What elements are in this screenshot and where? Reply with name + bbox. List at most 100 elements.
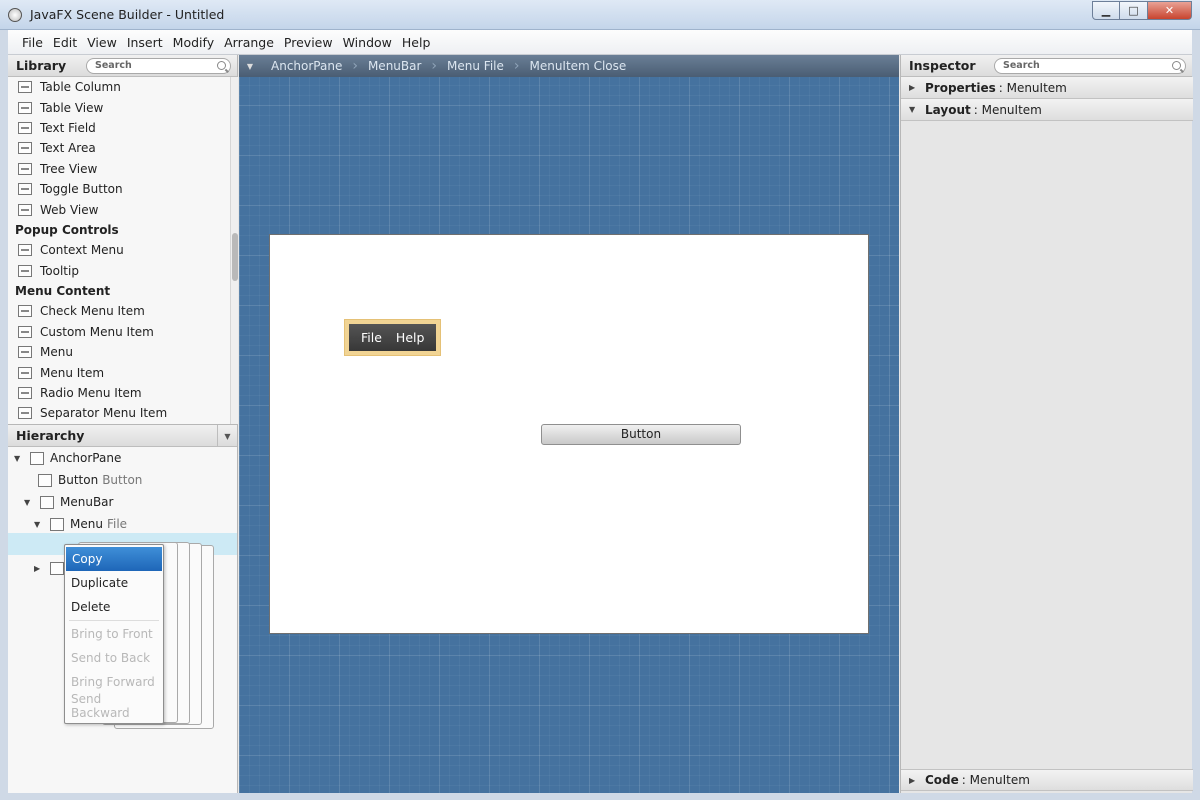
section-target: MenuItem: [981, 102, 1042, 117]
maximize-button[interactable]: □: [1120, 1, 1148, 20]
library-search-input[interactable]: Search: [86, 58, 231, 74]
section-colon: :: [998, 80, 1007, 95]
library-item[interactable]: Tree View: [8, 159, 230, 179]
menu-modify[interactable]: Modify: [173, 35, 214, 50]
expand-arrow-icon[interactable]: ▶: [909, 776, 925, 785]
breadcrumb-menu-icon[interactable]: ▼: [239, 62, 261, 71]
library-item[interactable]: Table View: [8, 97, 230, 117]
inspector-search-input[interactable]: Search: [994, 58, 1186, 74]
library-scroll-thumb[interactable]: [232, 233, 238, 281]
library-item-label: Table View: [40, 100, 104, 115]
close-button[interactable]: ✕: [1148, 1, 1192, 20]
breadcrumb-anchorpane[interactable]: AnchorPane: [261, 59, 352, 73]
expand-arrow-icon[interactable]: ▼: [909, 105, 925, 114]
tree-node-menu-file[interactable]: ▼ Menu File: [34, 513, 127, 535]
expand-arrow-icon[interactable]: ▶: [909, 83, 925, 92]
breadcrumb-menuitem-close[interactable]: MenuItem Close: [519, 59, 636, 73]
stage-button[interactable]: Button: [541, 424, 741, 445]
menu-arrange[interactable]: Arrange: [224, 35, 274, 50]
section-title: Properties: [925, 80, 996, 95]
expand-arrow-icon[interactable]: ▼: [34, 520, 44, 529]
menu-view[interactable]: View: [87, 35, 117, 50]
context-duplicate[interactable]: Duplicate: [65, 571, 163, 595]
hierarchy-title: Hierarchy: [16, 428, 85, 443]
app-icon: [8, 8, 22, 22]
menu-insert[interactable]: Insert: [127, 35, 163, 50]
stage-menu-file[interactable]: File: [361, 330, 382, 345]
component-icon: [18, 305, 32, 318]
stage-menubar-selected[interactable]: File Help: [344, 319, 441, 356]
component-icon: [18, 203, 32, 216]
expand-arrow-icon[interactable]: ▶: [34, 564, 44, 573]
window-titlebar: JavaFX Scene Builder - Untitled ▁ □ ✕: [0, 0, 1200, 30]
menu-preview[interactable]: Preview: [284, 35, 333, 50]
component-icon: [18, 162, 32, 175]
button-icon: [38, 473, 52, 487]
tree-node-button[interactable]: Button Button: [22, 469, 142, 491]
library-category: Menu Content: [15, 284, 111, 299]
library-header: Library Search: [8, 55, 237, 77]
library-item-label: Custom Menu Item: [40, 324, 154, 339]
tree-node-sublabel: Button: [102, 473, 143, 487]
library-item[interactable]: Check Menu Item: [8, 301, 230, 321]
component-icon: [18, 346, 32, 359]
menu-file[interactable]: File: [22, 35, 43, 50]
menu-help[interactable]: Help: [402, 35, 431, 50]
menu-edit[interactable]: Edit: [53, 35, 77, 50]
context-copy[interactable]: Copy: [66, 547, 162, 571]
expand-arrow-icon[interactable]: ▼: [24, 498, 34, 507]
breadcrumb-menu-file[interactable]: Menu File: [437, 59, 514, 73]
library-item-label: Context Menu: [40, 243, 124, 258]
library-item-label: Toggle Button: [40, 182, 123, 197]
section-title: Layout: [925, 102, 971, 117]
library-item-label: Tooltip: [40, 263, 79, 278]
library-item[interactable]: Web View: [8, 199, 230, 219]
minimize-button[interactable]: ▁: [1092, 1, 1120, 20]
chevron-down-icon[interactable]: ▼: [217, 425, 237, 447]
context-menu: Copy Duplicate Delete Bring to Front Sen…: [64, 544, 164, 724]
library-scrollbar[interactable]: [230, 77, 238, 424]
inspector-section-layout[interactable]: ▼ Layout : MenuItem: [901, 99, 1193, 121]
library-item[interactable]: Custom Menu Item: [8, 322, 230, 342]
library-item[interactable]: Context Menu: [8, 240, 230, 260]
stage-menubar[interactable]: File Help: [349, 324, 436, 351]
library-panel: Library Search Table Column Table View Tex…: [8, 55, 238, 424]
section-target: MenuItem: [1006, 80, 1067, 95]
inspector-section-code[interactable]: ▶ Code : MenuItem: [901, 769, 1193, 791]
library-item-label: Table Column: [40, 80, 121, 95]
inspector-title: Inspector: [909, 58, 976, 73]
library-item-label: Menu: [40, 345, 73, 360]
library-item[interactable]: Tooltip: [8, 261, 230, 281]
scene-stage[interactable]: File Help Button: [269, 234, 869, 634]
library-item-label: Text Area: [40, 141, 96, 156]
tree-node-label: Menu: [70, 517, 103, 531]
library-item[interactable]: Text Area: [8, 138, 230, 158]
component-icon: [18, 407, 32, 420]
menu-window[interactable]: Window: [343, 35, 392, 50]
library-item-label: Tree View: [40, 161, 98, 176]
search-icon: [1172, 61, 1181, 70]
context-delete[interactable]: Delete: [65, 595, 163, 619]
anchorpane-icon: [30, 451, 44, 465]
library-item-label: Menu Item: [40, 365, 105, 380]
tree-node-sublabel: File: [106, 517, 128, 531]
library-item[interactable]: Text Field: [8, 118, 230, 138]
breadcrumb-menubar[interactable]: MenuBar: [358, 59, 431, 73]
library-item[interactable]: Menu Item: [8, 362, 230, 382]
section-colon: :: [961, 773, 970, 787]
library-item[interactable]: Toggle Button: [8, 179, 230, 199]
design-canvas[interactable]: ▼ AnchorPane › MenuBar › Menu File › Men…: [239, 55, 899, 793]
library-item[interactable]: Radio Menu Item: [8, 383, 230, 403]
stage-menu-help[interactable]: Help: [396, 330, 425, 345]
library-item[interactable]: Separator Menu Item: [8, 403, 230, 423]
inspector-section-properties[interactable]: ▶ Properties : MenuItem: [901, 77, 1193, 99]
library-item[interactable]: Menu: [8, 342, 230, 362]
tree-node-label: MenuBar: [60, 495, 114, 509]
tree-node-anchorpane[interactable]: ▼ AnchorPane: [14, 447, 121, 469]
expand-arrow-icon[interactable]: ▼: [14, 454, 24, 463]
library-item-label: Separator Menu Item: [40, 406, 168, 421]
library-item[interactable]: Table Column: [8, 77, 230, 97]
tree-node-menubar[interactable]: ▼ MenuBar: [24, 491, 113, 513]
search-icon: [217, 61, 226, 70]
component-icon: [18, 325, 32, 338]
